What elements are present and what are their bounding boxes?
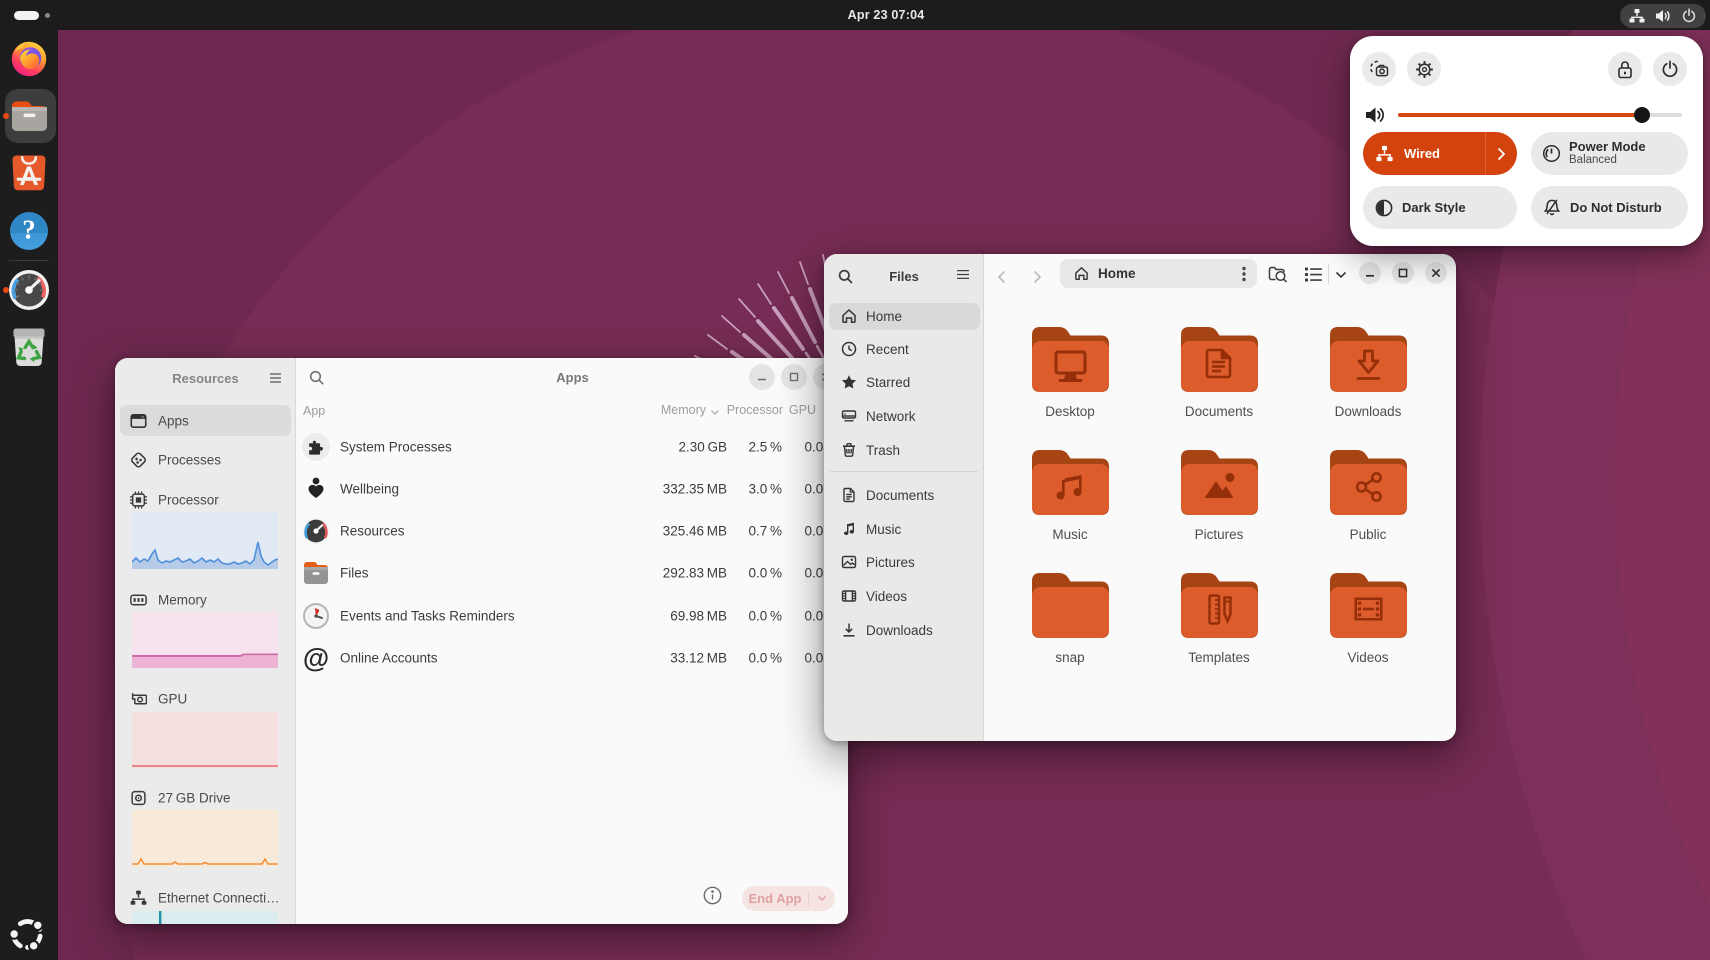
- svg-text:?: ?: [22, 215, 36, 245]
